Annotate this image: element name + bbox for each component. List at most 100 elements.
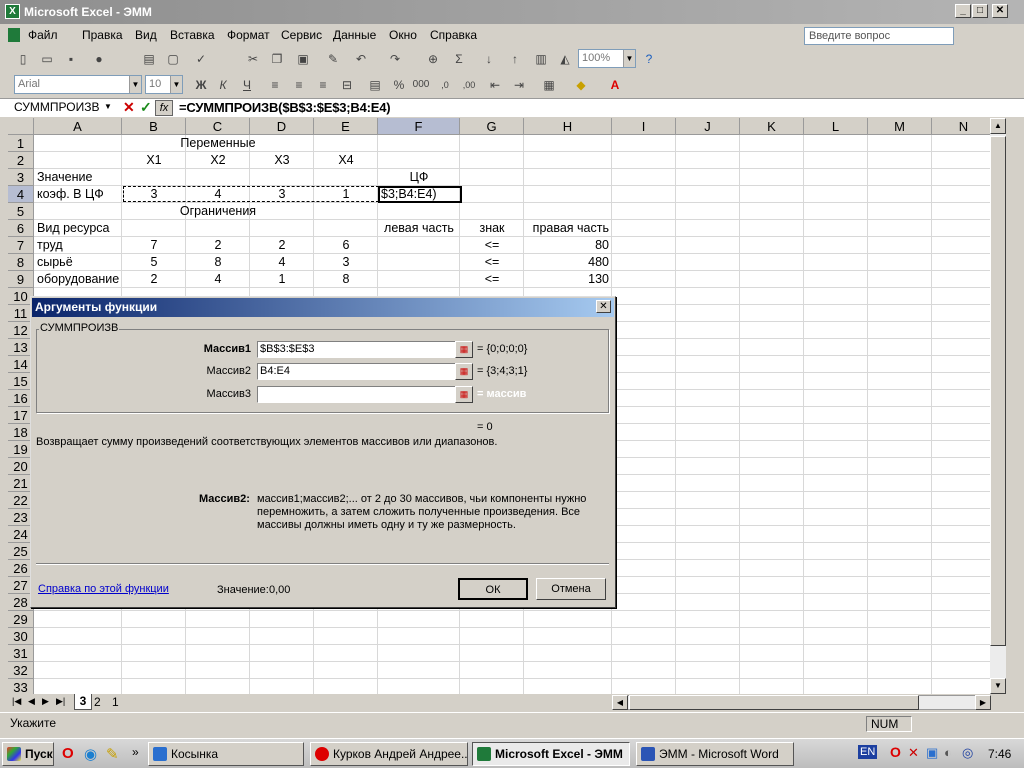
arg3-ref-icon[interactable]: ▦ (455, 386, 473, 403)
thousands-icon[interactable]: 000 (412, 76, 430, 94)
print-icon[interactable]: ▤ (140, 50, 158, 68)
column-header-b[interactable]: B (122, 118, 186, 135)
chart-wizard-icon[interactable]: ▥ (532, 50, 550, 68)
column-header-h[interactable]: H (524, 118, 612, 135)
cell-e7[interactable]: 6 (317, 237, 375, 254)
h-scroll-thumb[interactable] (629, 695, 919, 710)
increase-decimal-icon[interactable]: ,0 (436, 76, 454, 94)
cell-c2[interactable]: X2 (189, 152, 247, 169)
font-select[interactable]: Arial ▼ (14, 75, 142, 94)
tray-icon-5[interactable]: ◎ (962, 745, 973, 761)
insert-function-icon[interactable]: fx (155, 100, 173, 116)
cell-g6[interactable]: знак (463, 220, 521, 237)
save-icon[interactable]: ▪ (62, 50, 80, 68)
row-header-6[interactable]: 6 (8, 220, 34, 237)
sheet-tab-2[interactable]: 2 (94, 695, 101, 709)
language-indicator[interactable]: EN (858, 745, 878, 759)
cell-c8[interactable]: 8 (189, 254, 247, 271)
spelling-icon[interactable]: ✓ (192, 50, 210, 68)
column-header-i[interactable]: I (612, 118, 676, 135)
hyperlink-icon[interactable]: ⊕ (424, 50, 442, 68)
paste-icon[interactable]: ▣ (294, 50, 312, 68)
tray-icon-2[interactable]: ✕ (908, 745, 919, 761)
cell-h6[interactable]: правая часть (527, 220, 609, 237)
select-all-corner[interactable] (8, 118, 34, 135)
menu-window[interactable]: Окно (389, 28, 417, 42)
menu-view[interactable]: Вид (135, 28, 157, 42)
start-button[interactable]: Пуск (2, 742, 54, 766)
cell-a4[interactable]: коэф. В ЦФ (37, 186, 119, 203)
formula-input[interactable]: =СУММПРОИЗВ($B$3:$E$3;B4:E4) (179, 100, 391, 115)
sort-asc-icon[interactable]: ↓ (480, 50, 498, 68)
cell-d9[interactable]: 1 (253, 271, 311, 288)
quicklaunch-more-icon[interactable]: » (132, 745, 139, 759)
name-box-dropdown-icon[interactable]: ▼ (104, 102, 112, 111)
cancel-icon[interactable]: ✕ (123, 99, 135, 116)
arg3-input[interactable] (257, 386, 473, 403)
cell-h9[interactable]: 130 (527, 271, 609, 288)
column-header-l[interactable]: L (804, 118, 868, 135)
cell-a6[interactable]: Вид ресурса (37, 220, 119, 237)
drawing-icon[interactable]: ◭ (556, 50, 574, 68)
quicklaunch2-icon[interactable]: ✎ (106, 745, 119, 763)
row-header-31[interactable]: 31 (8, 645, 34, 662)
preview-icon[interactable]: ▢ (164, 50, 182, 68)
ask-question-input[interactable]: Введите вопрос (804, 27, 954, 45)
font-color-icon[interactable]: A (606, 76, 624, 94)
percent-icon[interactable]: % (390, 76, 408, 94)
active-cell-f4[interactable] (378, 186, 462, 203)
align-center-icon[interactable]: ≡ (290, 76, 308, 94)
row-header-1[interactable]: 1 (8, 135, 34, 152)
column-header-d[interactable]: D (250, 118, 314, 135)
menu-format[interactable]: Формат (227, 28, 270, 42)
column-header-f[interactable]: F (378, 118, 460, 135)
cell-e9[interactable]: 8 (317, 271, 375, 288)
dialog-close-icon[interactable]: ✕ (596, 300, 611, 313)
cell-h8[interactable]: 480 (527, 254, 609, 271)
copy-icon[interactable]: ❐ (268, 50, 286, 68)
next-sheet-icon[interactable]: ▶ (42, 696, 49, 707)
cell-c1[interactable]: Переменные (149, 135, 287, 152)
row-header-7[interactable]: 7 (8, 237, 34, 254)
menu-edit[interactable]: Правка (82, 28, 123, 42)
row-header-29[interactable]: 29 (8, 611, 34, 628)
redo-icon[interactable]: ↷ (386, 50, 404, 68)
vertical-scrollbar[interactable]: ▲ ▼ (990, 118, 1006, 694)
menu-help[interactable]: Справка (430, 28, 477, 42)
doc-icon[interactable] (8, 28, 20, 42)
arg1-input[interactable]: $B$3:$E$3 (257, 341, 473, 358)
align-right-icon[interactable]: ≡ (314, 76, 332, 94)
bold-button[interactable]: Ж (192, 76, 210, 94)
new-icon[interactable]: ▯ (14, 50, 32, 68)
row-header-5[interactable]: 5 (8, 203, 34, 220)
column-header-a[interactable]: A (34, 118, 122, 135)
horizontal-scrollbar[interactable]: ◀ ▶ (612, 695, 991, 710)
cell-b8[interactable]: 5 (125, 254, 183, 271)
enter-icon[interactable]: ✓ (140, 99, 152, 116)
cell-d2[interactable]: X3 (253, 152, 311, 169)
arg2-ref-icon[interactable]: ▦ (455, 363, 473, 380)
borders-icon[interactable]: ▦ (540, 76, 558, 94)
column-header-n[interactable]: N (932, 118, 990, 135)
task-solitaire[interactable]: Косынка (148, 742, 304, 766)
close-button[interactable]: ✕ (992, 4, 1008, 18)
cell-g7[interactable]: <= (463, 237, 521, 254)
column-header-j[interactable]: J (676, 118, 740, 135)
align-left-icon[interactable]: ≡ (266, 76, 284, 94)
task-excel[interactable]: Microsoft Excel - ЭММ (472, 742, 630, 766)
row-header-9[interactable]: 9 (8, 271, 34, 288)
cancel-button[interactable]: Отмена (536, 578, 606, 600)
underline-button[interactable]: Ч (238, 76, 256, 94)
help-icon[interactable]: ? (640, 50, 658, 68)
tray-network-icon[interactable]: ▣ (926, 745, 938, 761)
sheet-tab-1[interactable]: 1 (112, 695, 119, 709)
column-header-e[interactable]: E (314, 118, 378, 135)
cut-icon[interactable]: ✂ (244, 50, 262, 68)
menu-data[interactable]: Данные (333, 28, 376, 42)
scroll-right-icon[interactable]: ▶ (975, 695, 991, 710)
task-word[interactable]: ЭММ - Microsoft Word (636, 742, 794, 766)
cell-a3[interactable]: Значение (37, 169, 119, 186)
italic-button[interactable]: К (214, 76, 232, 94)
column-header-m[interactable]: M (868, 118, 932, 135)
arg2-input[interactable]: B4:E4 (257, 363, 473, 380)
